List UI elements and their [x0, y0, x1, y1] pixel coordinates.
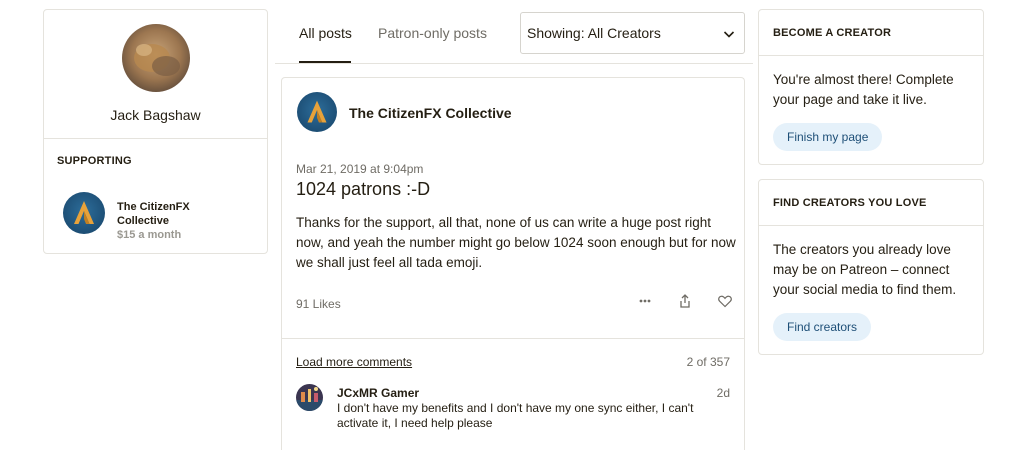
find-creators-heading: FIND CREATORS YOU LOVE: [773, 197, 927, 209]
divider: [759, 225, 983, 226]
divider: [759, 55, 983, 56]
tab-all-posts[interactable]: All posts: [299, 25, 352, 41]
become-creator-text: You're almost there! Complete your page …: [773, 72, 954, 107]
commenter-avatar[interactable]: [296, 384, 323, 411]
comment-timestamp: 2d: [716, 386, 730, 400]
find-creators-button[interactable]: Find creators: [773, 313, 872, 341]
load-more-comments-link[interactable]: Load more comments: [296, 355, 412, 369]
comment-text: I don't have my benefits and I don't hav…: [337, 401, 694, 430]
creator-filter-value: Showing: All Creators: [527, 25, 661, 41]
post-title[interactable]: 1024 patrons :-D: [296, 179, 430, 200]
tab-patron-only-posts[interactable]: Patron-only posts: [378, 25, 487, 41]
share-icon[interactable]: [677, 293, 693, 309]
creator-filter-select[interactable]: Showing: All Creators: [520, 12, 745, 54]
pledge-price: $15 a month: [117, 229, 182, 241]
post-body: Thanks for the support, all that, none o…: [296, 215, 736, 270]
likes-count[interactable]: 91 Likes: [296, 297, 341, 311]
creator-logo-icon: [63, 192, 105, 234]
become-creator-heading: BECOME A CREATOR: [773, 27, 892, 39]
post-tabs: All posts Patron-only posts Showing: All…: [275, 0, 753, 64]
comment-count: 2 of 357: [686, 355, 730, 369]
comment-author[interactable]: JCxMR Gamer: [337, 386, 419, 400]
supported-creator-item[interactable]: The CitizenFX Collective $15 a month: [63, 192, 253, 241]
more-horizontal-icon[interactable]: [637, 293, 653, 309]
user-avatar[interactable]: [122, 24, 190, 92]
divider: [44, 138, 267, 139]
post-card: The CitizenFX Collective Mar 21, 2019 at…: [281, 77, 745, 450]
profile-card: Jack Bagshaw SUPPORTING The CitizenFX Co…: [43, 9, 268, 254]
find-creators-text: The creators you already love may be on …: [773, 242, 957, 297]
supported-creator-name[interactable]: The CitizenFX Collective: [117, 200, 227, 228]
finish-my-page-button[interactable]: Finish my page: [773, 123, 883, 151]
post-creator-name[interactable]: The CitizenFX Collective: [349, 105, 512, 121]
creator-logo-icon[interactable]: [297, 92, 337, 132]
heart-icon[interactable]: [717, 293, 733, 309]
chevron-down-icon: [723, 31, 735, 38]
divider: [282, 338, 744, 339]
post-date[interactable]: Mar 21, 2019 at 9:04pm: [296, 162, 423, 176]
active-tab-indicator: [299, 61, 351, 63]
profile-name[interactable]: Jack Bagshaw: [44, 107, 267, 123]
find-creators-card: FIND CREATORS YOU LOVE The creators you …: [758, 179, 984, 355]
supporting-heading: SUPPORTING: [57, 155, 132, 167]
become-creator-card: BECOME A CREATOR You're almost there! Co…: [758, 9, 984, 165]
